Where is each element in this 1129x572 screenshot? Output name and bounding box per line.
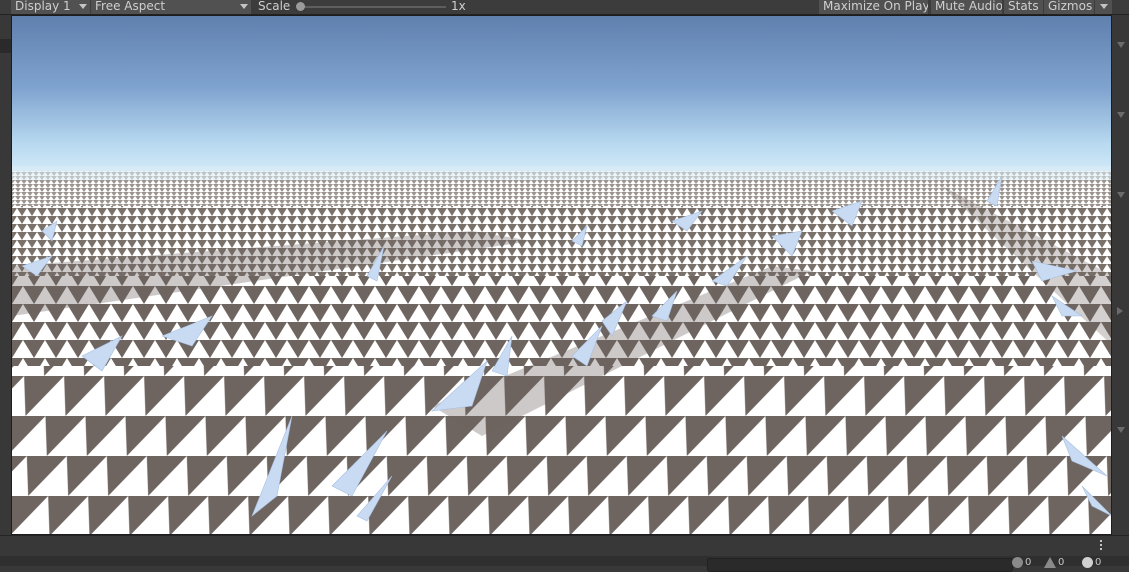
console-strip: 0 0 0 [0,535,1129,572]
maximize-on-play-toggle[interactable]: Maximize On Play [819,0,928,14]
game-view-toolbar: Display 1 Free Aspect Scale 1x Maximize … [0,0,1129,15]
stats-toggle[interactable]: Stats [1004,0,1043,14]
collapse-arrow-icon[interactable] [1117,427,1125,433]
collapse-arrow-icon[interactable] [1117,112,1125,118]
gizmos-dropdown[interactable] [1095,0,1112,14]
more-options-icon[interactable] [1100,540,1103,552]
right-panel-edge [1112,15,1129,535]
sky [12,16,1111,176]
chevron-down-icon [79,4,87,9]
log-count[interactable]: 0 [1012,557,1031,569]
aspect-dropdown-label: Free Aspect [95,0,166,13]
warning-count[interactable]: 0 [1044,557,1064,569]
error-count[interactable]: 0 [1082,557,1101,569]
display-dropdown-label: Display 1 [15,0,71,13]
log-count-value: 0 [1025,557,1032,568]
error-icon [1082,557,1093,568]
warning-icon [1044,557,1056,568]
gizmos-label: Gizmos [1048,0,1093,13]
display-dropdown[interactable]: Display 1 [11,0,90,14]
scale-value: 1x [451,0,466,13]
mute-audio-toggle[interactable]: Mute Audio [931,0,1002,14]
collapse-arrow-icon[interactable] [1117,42,1125,48]
collapse-arrow-icon[interactable] [1117,192,1125,198]
stats-label: Stats [1008,0,1039,13]
chevron-down-icon [1100,4,1108,9]
aspect-dropdown[interactable]: Free Aspect [91,0,251,14]
warning-count-value: 0 [1058,557,1065,568]
game-viewport[interactable] [11,15,1112,535]
console-search-input[interactable] [707,558,1013,572]
error-count-value: 0 [1095,557,1102,568]
chevron-down-icon [240,4,248,9]
horizon-haze [12,166,1111,180]
gizmos-toggle[interactable]: Gizmos [1044,0,1094,14]
mute-audio-label: Mute Audio [935,0,1002,13]
maximize-on-play-label: Maximize On Play [823,0,928,13]
scale-slider-track[interactable] [300,6,446,8]
left-panel-edge [0,15,11,535]
info-log-icon [1012,557,1023,568]
scale-slider-handle[interactable] [296,2,305,11]
scale-label: Scale [258,0,291,13]
rendered-scene [12,16,1111,534]
expand-arrow-icon[interactable] [1117,307,1123,315]
panel-handle [0,39,11,53]
